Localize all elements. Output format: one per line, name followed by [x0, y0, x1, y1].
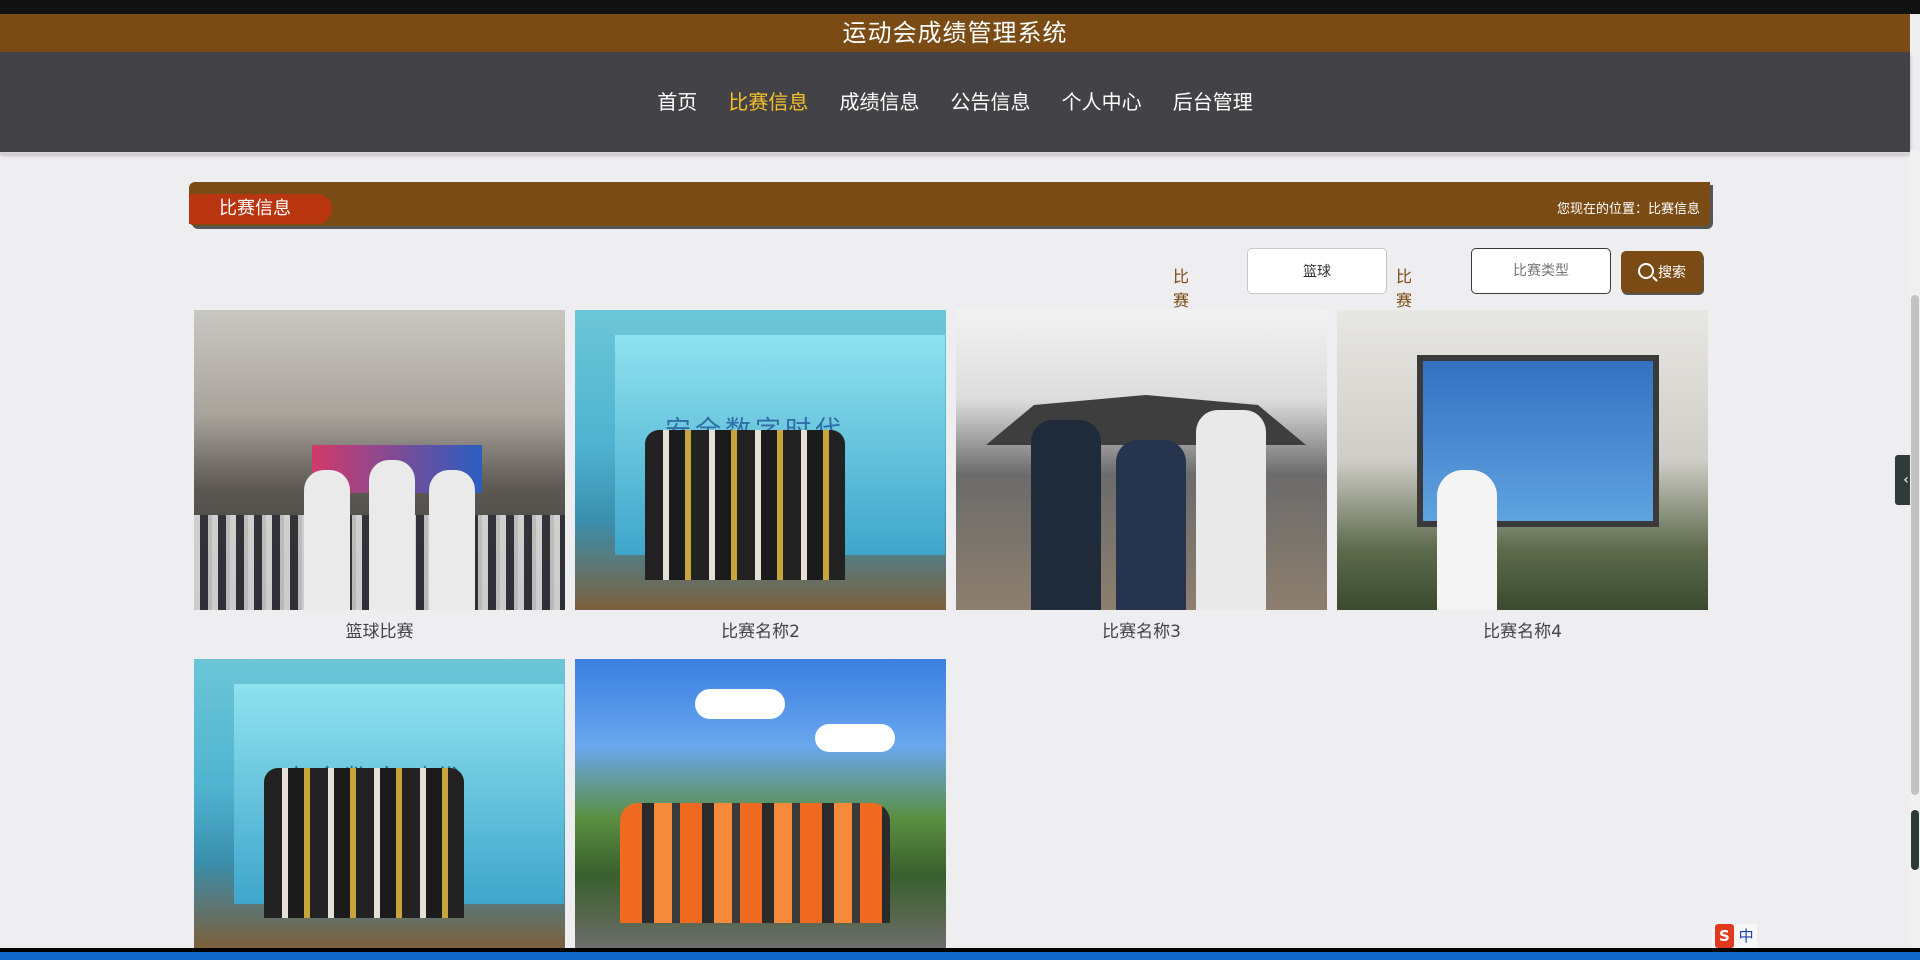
scrollbar-thumb-secondary[interactable] [1911, 810, 1919, 870]
competition-photo[interactable] [194, 310, 565, 610]
main-nav: 首页 比赛信息 成绩信息 公告信息 个人中心 后台管理 [0, 52, 1910, 152]
breadcrumb: 您现在的位置：比赛信息 [1556, 202, 1700, 217]
sogou-icon: S [1715, 924, 1734, 948]
competition-card[interactable] [575, 659, 946, 948]
competition-card[interactable]: 安全数字时代 比赛名称2 [575, 310, 946, 642]
competition-caption[interactable]: 比赛名称4 [1337, 617, 1708, 642]
competition-photo[interactable] [1337, 310, 1708, 610]
competition-photo[interactable]: 安全数字时代 [575, 310, 946, 610]
competition-caption[interactable]: 比赛名称2 [575, 617, 946, 642]
ime-tray[interactable]: S 中 [1712, 924, 1757, 948]
competition-card[interactable]: 安全数字时代 [194, 659, 565, 948]
search-icon [1638, 263, 1654, 279]
scrollbar-thumb[interactable] [1911, 295, 1919, 795]
search-button[interactable]: 搜索 [1621, 251, 1703, 293]
nav-announcements[interactable]: 公告信息 [951, 86, 1031, 115]
taskbar [0, 948, 1920, 960]
competition-caption[interactable]: 篮球比赛 [194, 617, 565, 642]
competition-card[interactable]: 篮球比赛 [194, 310, 565, 642]
search-button-label: 搜索 [1658, 265, 1686, 281]
nav-divider [0, 152, 1910, 154]
nav-personal-center[interactable]: 个人中心 [1062, 86, 1142, 115]
section-header: 比赛信息 您现在的位置：比赛信息 [189, 182, 1710, 226]
section-title: 比赛信息 [189, 194, 332, 224]
nav-admin[interactable]: 后台管理 [1173, 86, 1253, 115]
competition-caption[interactable]: 比赛名称3 [956, 617, 1327, 642]
competition-photo[interactable]: 安全数字时代 [194, 659, 565, 948]
competition-photo[interactable] [575, 659, 946, 948]
competition-name-input[interactable] [1247, 248, 1387, 294]
nav-home[interactable]: 首页 [657, 86, 697, 115]
window-top-strip [0, 0, 1920, 14]
competition-card[interactable]: 比赛名称3 [956, 310, 1327, 642]
ime-mode: 中 [1738, 927, 1754, 945]
competition-photo[interactable] [956, 310, 1327, 610]
nav-competitions[interactable]: 比赛信息 [728, 86, 808, 115]
competition-card[interactable]: 比赛名称4 [1337, 310, 1708, 642]
competition-type-input[interactable] [1471, 248, 1611, 294]
chevron-left-icon: ‹ [1903, 472, 1909, 488]
site-title: 运动会成绩管理系统 [0, 14, 1910, 52]
nav-results[interactable]: 成绩信息 [839, 86, 919, 115]
